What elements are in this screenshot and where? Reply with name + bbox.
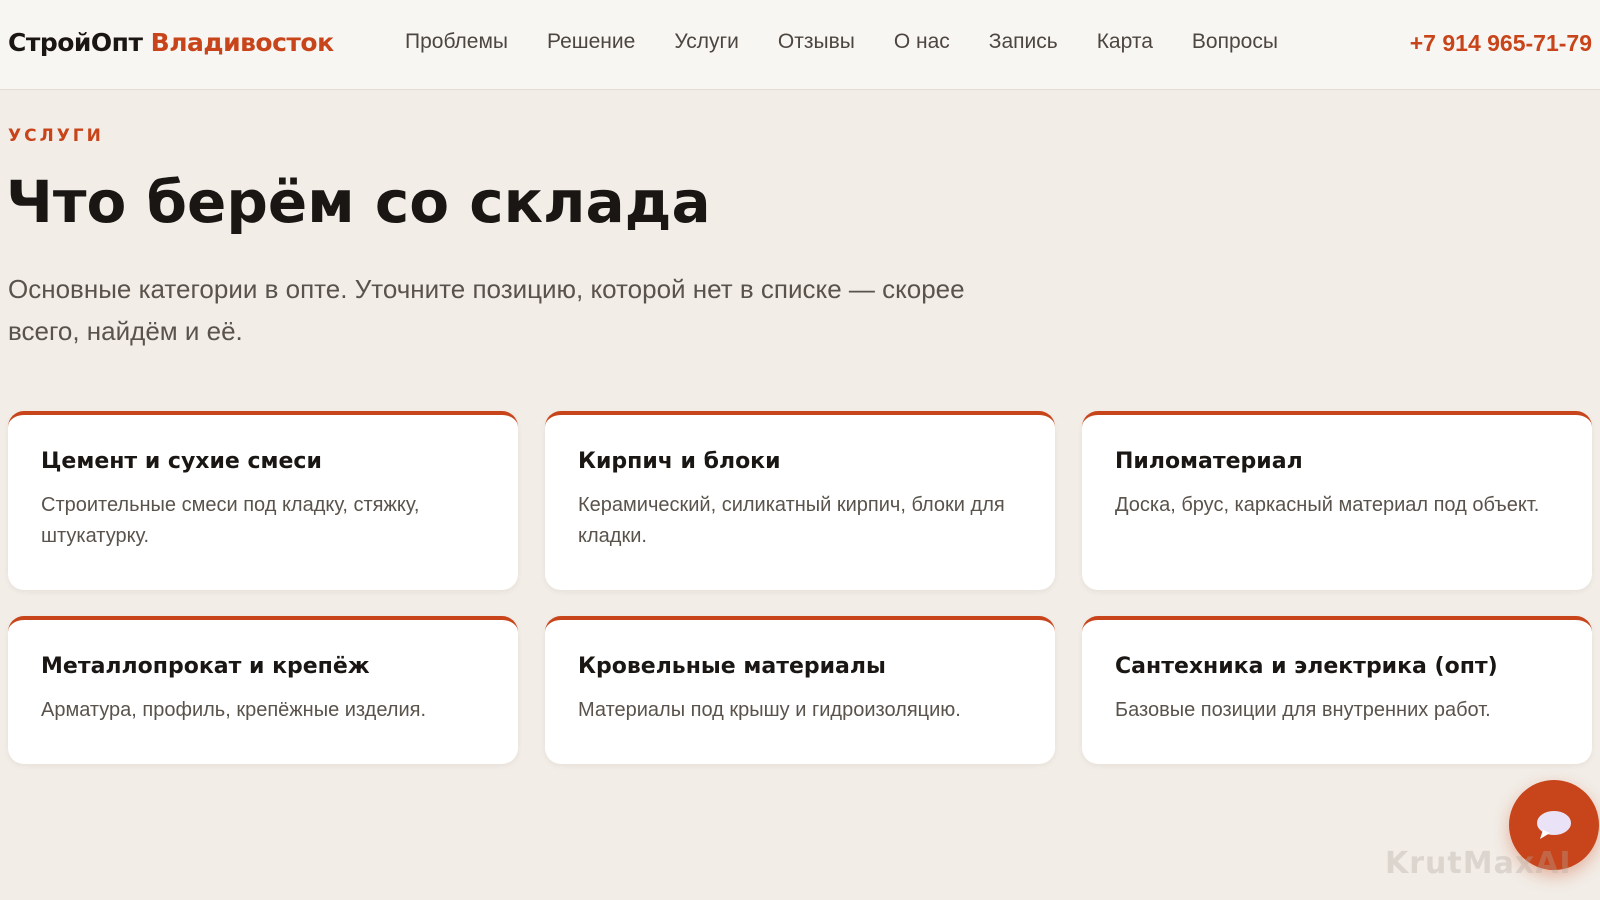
card-title: Металлопрокат и крепёж bbox=[41, 654, 370, 679]
watermark: KrutMaxAI bbox=[1385, 846, 1572, 881]
section-eyebrow: УСЛУГИ bbox=[8, 126, 104, 146]
category-card-plumbing: Сантехника и электрика (опт) Базовые поз… bbox=[1082, 616, 1592, 764]
category-card-roofing: Кровельные материалы Материалы под крышу… bbox=[545, 616, 1055, 764]
card-text: Арматура, профиль, крепёжные изделия. bbox=[41, 699, 427, 721]
section-title: Что берём со склада bbox=[6, 168, 711, 236]
card-title: Пиломатериал bbox=[1115, 449, 1303, 474]
main-nav: Проблемы Решение Услуги Отзывы О нас Зап… bbox=[405, 30, 1317, 54]
nav-link-problems[interactable]: Проблемы bbox=[405, 30, 508, 54]
card-title: Сантехника и электрика (опт) bbox=[1115, 654, 1498, 679]
site-logo[interactable]: СтройОпт Владивосток bbox=[8, 28, 334, 57]
category-card-bricks: Кирпич и блоки Керамический, силикатный … bbox=[545, 411, 1055, 590]
nav-link-faq[interactable]: Вопросы bbox=[1192, 30, 1278, 54]
category-card-lumber: Пиломатериал Доска, брус, каркасный мате… bbox=[1082, 411, 1592, 590]
phone-link[interactable]: +7 914 965-71-79 bbox=[1410, 30, 1592, 57]
nav-link-solution[interactable]: Решение bbox=[547, 30, 635, 54]
card-text: Материалы под крышу и гидроизоляцию. bbox=[578, 699, 961, 721]
chat-bubble-icon bbox=[1537, 811, 1571, 839]
site-header: СтройОпт Владивосток Проблемы Решение Ус… bbox=[0, 0, 1600, 90]
nav-link-services[interactable]: Услуги bbox=[674, 30, 739, 54]
logo-accent: Владивосток bbox=[150, 28, 334, 57]
card-text: Доска, брус, каркасный материал под объе… bbox=[1115, 494, 1540, 516]
card-title: Цемент и сухие смеси bbox=[41, 449, 322, 474]
category-cards: Цемент и сухие смеси Строительные смеси … bbox=[8, 411, 1592, 764]
card-text: Строительные смеси под кладку, стяжку, ш… bbox=[41, 494, 420, 547]
card-text: Базовые позиции для внутренних работ. bbox=[1115, 699, 1491, 721]
logo-main: СтройОпт bbox=[8, 28, 143, 57]
nav-link-reviews[interactable]: Отзывы bbox=[778, 30, 855, 54]
card-text: Керамический, силикатный кирпич, блоки д… bbox=[578, 494, 1005, 547]
category-card-metal: Металлопрокат и крепёж Арматура, профиль… bbox=[8, 616, 518, 764]
category-card-cement: Цемент и сухие смеси Строительные смеси … bbox=[8, 411, 518, 590]
nav-link-map[interactable]: Карта bbox=[1097, 30, 1153, 54]
nav-link-about[interactable]: О нас bbox=[894, 30, 950, 54]
section-lead: Основные категории в опте. Уточните пози… bbox=[8, 274, 965, 346]
nav-link-booking[interactable]: Запись bbox=[989, 30, 1058, 54]
card-title: Кровельные материалы bbox=[578, 654, 886, 679]
card-title: Кирпич и блоки bbox=[578, 449, 781, 474]
